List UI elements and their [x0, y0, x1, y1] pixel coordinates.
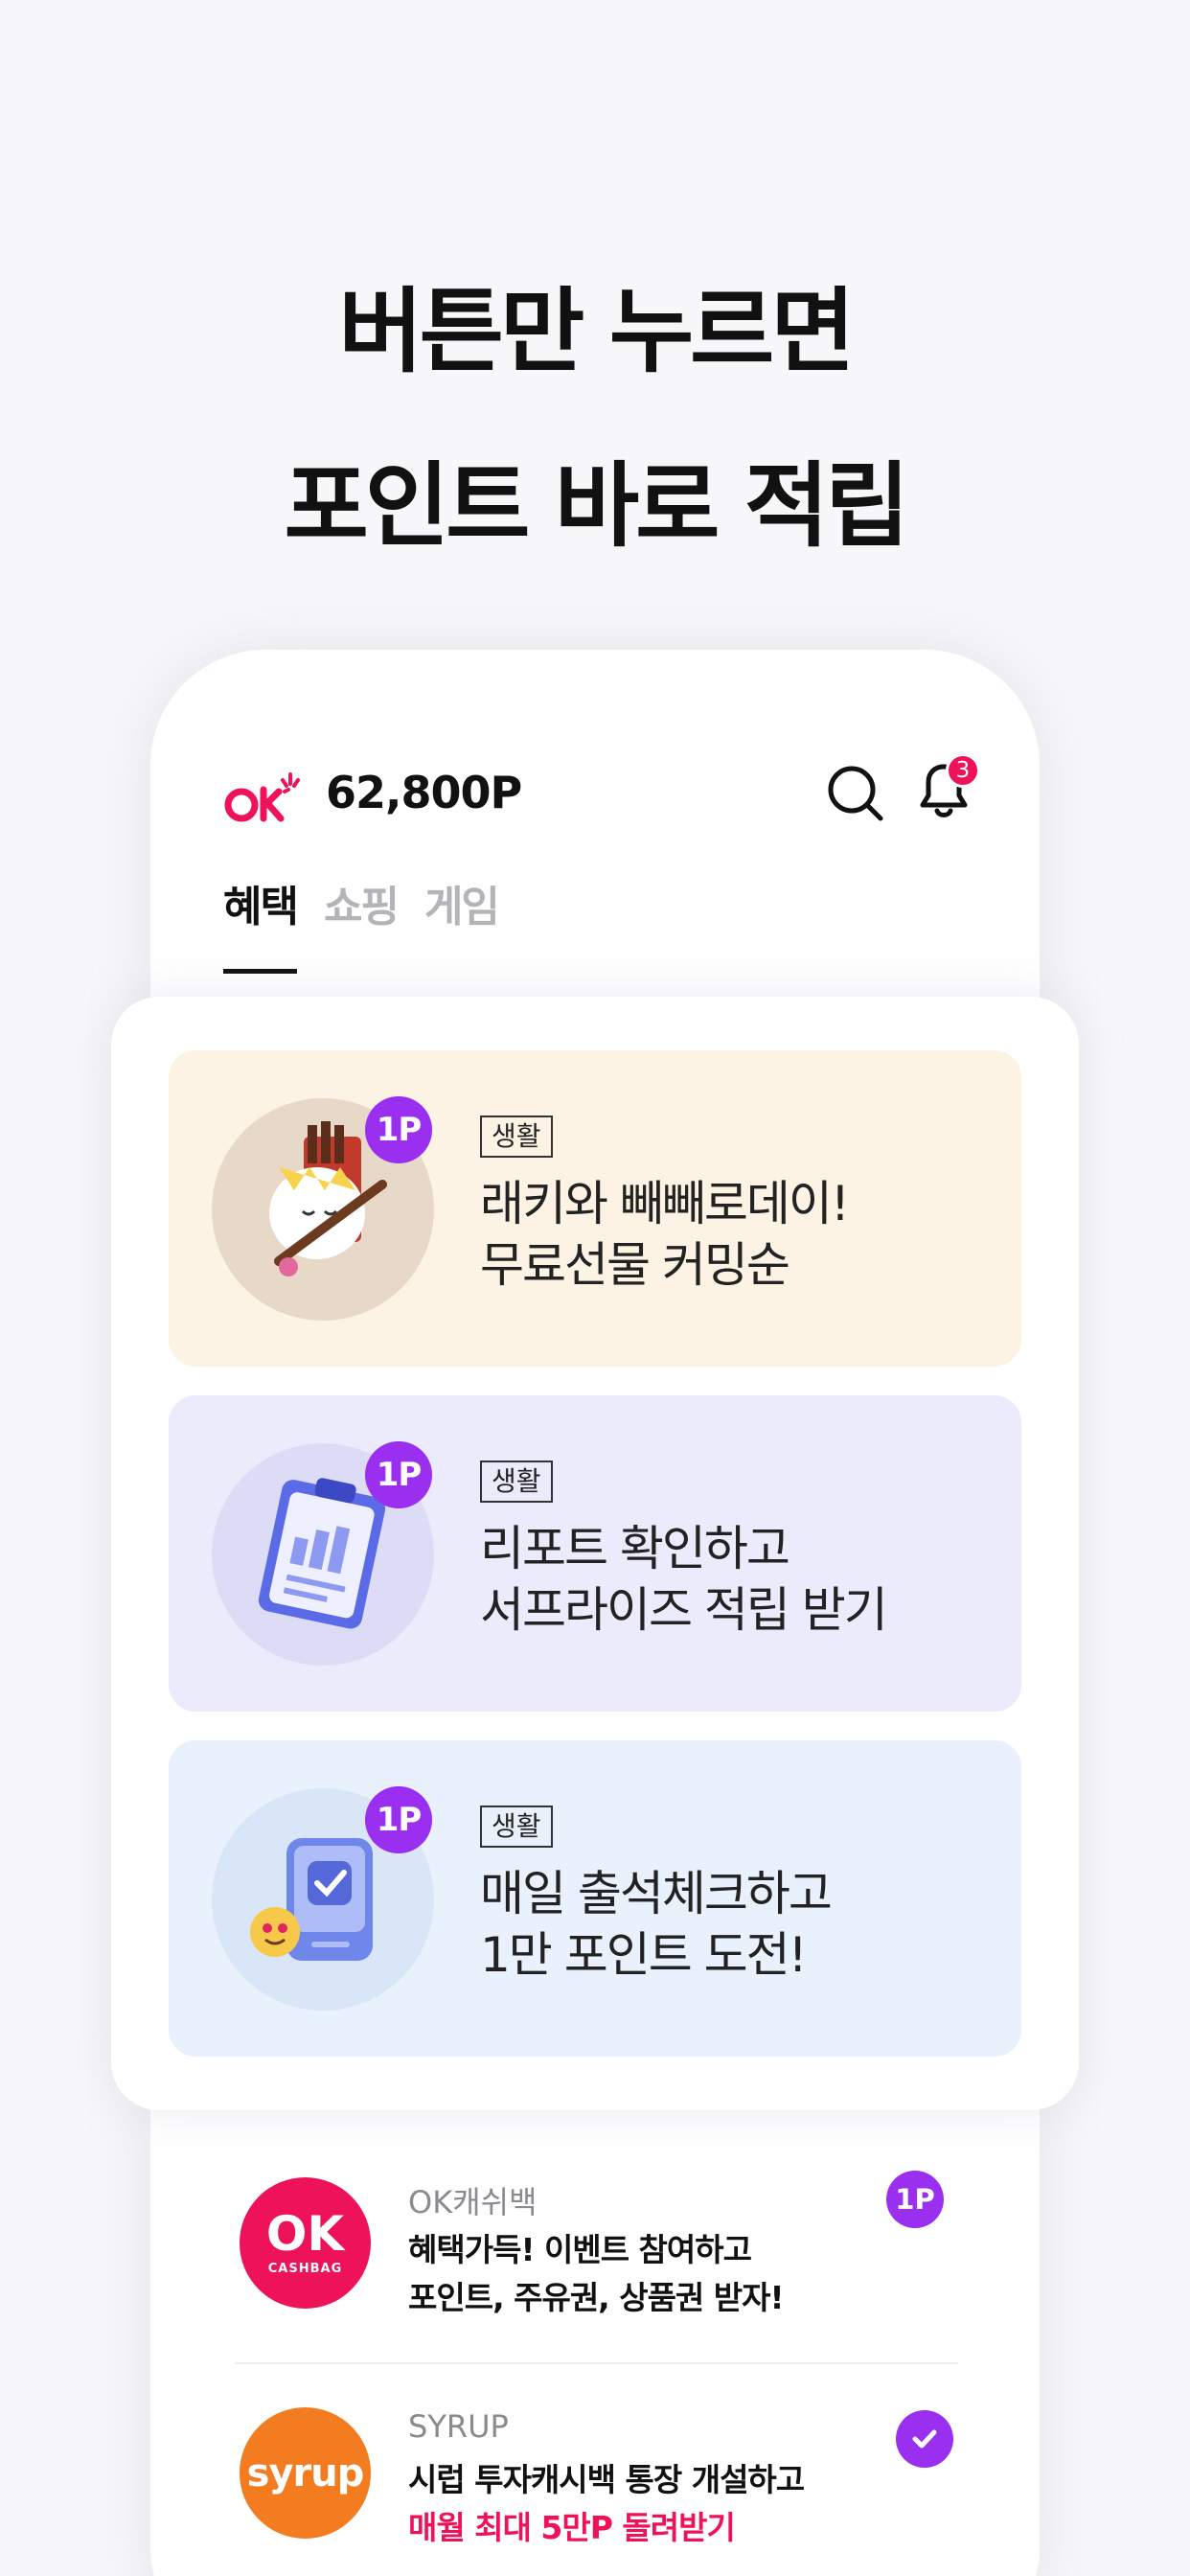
tab-shopping[interactable]: 쇼핑 — [324, 872, 400, 949]
okcashbag-logo-text: OK — [265, 2206, 345, 2262]
benefit-title-line-2: 1만 포인트 도전! — [480, 1927, 808, 1983]
search-icon[interactable] — [819, 757, 892, 830]
point-badge: 1P — [886, 2171, 944, 2228]
benefit-title-line-2: 무료선물 커밍순 — [480, 1237, 790, 1293]
list-item-okcashbag[interactable]: OK CASHBAG OK캐쉬백 혜택가득! 이벤트 참여하고 포인트, 주유권… — [240, 2171, 958, 2362]
headline-line-2: 포인트 바로 적립 — [284, 452, 909, 560]
item-line-2: 포인트, 주유권, 상품권 받자! — [408, 2279, 785, 2316]
headline-line-1: 버튼만 누르면 — [338, 278, 855, 385]
benefit-title-line-1: 래키와 빼빼로데이! — [480, 1176, 850, 1231]
app-header: 62,800P 3 — [223, 753, 980, 834]
brand-name: SYRUP — [408, 2408, 509, 2445]
benefit-title: 래키와 빼빼로데이! 무료선물 커밍순 — [480, 1173, 850, 1296]
okcashbag-logo-sub: CASHBAG — [267, 2262, 343, 2276]
point-badge: 1P — [365, 1786, 432, 1853]
category-tag: 생활 — [480, 1460, 553, 1503]
promo-headline: 버튼만 누르면 포인트 바로 적립 — [0, 244, 1190, 593]
item-line-1: 혜택가득! 이벤트 참여하고 — [408, 2231, 752, 2268]
ok-cashbag-logo[interactable] — [223, 770, 309, 824]
syrup-logo: syrup — [240, 2407, 371, 2539]
benefit-title: 매일 출석체크하고 1만 포인트 도전! — [480, 1863, 833, 1986]
benefit-card-lucky-pepero[interactable]: 1P 생활 래키와 빼빼로데이! 무료선물 커밍순 — [169, 1050, 1021, 1367]
benefit-card-attendance[interactable]: 1P 생활 매일 출석체크하고 1만 포인트 도전! — [169, 1740, 1021, 2057]
okcashbag-logo: OK CASHBAG — [240, 2177, 371, 2309]
check-icon — [896, 2410, 953, 2468]
list-item-syrup[interactable]: syrup SYRUP 시럽 투자캐시백 통장 개설하고 매월 최대 5만P 돌… — [240, 2401, 958, 2576]
point-badge: 1P — [365, 1441, 432, 1508]
brand-name: OK캐쉬백 — [408, 2184, 538, 2220]
tab-games[interactable]: 게임 — [424, 872, 500, 949]
category-tag: 생활 — [480, 1806, 553, 1848]
benefit-title-line-1: 매일 출석체크하고 — [480, 1866, 833, 1921]
benefit-title-line-1: 리포트 확인하고 — [480, 1521, 790, 1576]
list-divider — [235, 2362, 958, 2364]
benefit-card-report[interactable]: 1P 생활 리포트 확인하고 서프라이즈 적립 받기 — [169, 1395, 1021, 1712]
benefit-card-panel: 1P 생활 래키와 빼빼로데이! 무료선물 커밍순 1P 생활 리포트 확인하고… — [111, 997, 1079, 2110]
tab-benefits[interactable]: 혜택 — [223, 872, 299, 974]
notification-button[interactable]: 3 — [905, 751, 982, 828]
category-tag: 생활 — [480, 1116, 553, 1158]
notification-count-badge: 3 — [946, 753, 980, 788]
point-balance[interactable]: 62,800P — [326, 767, 522, 818]
item-line-2: 매월 최대 5만P 돌려받기 — [408, 2509, 736, 2546]
point-badge: 1P — [365, 1096, 432, 1163]
item-line-1: 시럽 투자캐시백 통장 개설하고 — [408, 2461, 805, 2498]
benefit-title-line-2: 서프라이즈 적립 받기 — [480, 1582, 888, 1638]
benefit-title: 리포트 확인하고 서프라이즈 적립 받기 — [480, 1518, 888, 1641]
category-tabs: 혜택 쇼핑 게임 — [223, 872, 500, 974]
